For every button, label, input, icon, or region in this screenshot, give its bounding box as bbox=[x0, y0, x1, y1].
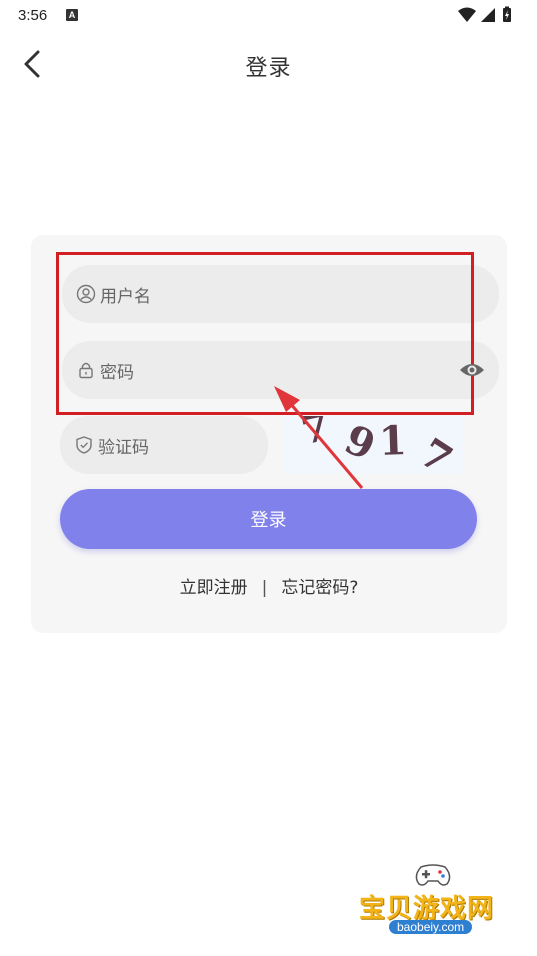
bottom-links: 立即注册 | 忘记密码? bbox=[31, 573, 507, 598]
link-separator: | bbox=[261, 578, 268, 598]
password-input[interactable] bbox=[62, 341, 499, 399]
status-bar: 3:56 A bbox=[0, 0, 537, 32]
captcha-field[interactable]: 验证码 bbox=[60, 416, 268, 474]
captcha-char: 7 bbox=[409, 426, 463, 474]
gamepad-icon bbox=[415, 864, 451, 886]
register-link[interactable]: 立即注册 bbox=[180, 573, 248, 598]
username-field[interactable]: 用户名 bbox=[62, 265, 499, 323]
forgot-password-link[interactable]: 忘记密码? bbox=[281, 573, 358, 598]
notification-a-icon: A bbox=[66, 9, 78, 21]
watermark-domain: baobeiy.com bbox=[389, 920, 473, 934]
captcha-input[interactable] bbox=[60, 416, 268, 474]
nav-bar: 登录 bbox=[0, 36, 537, 92]
status-icons bbox=[457, 6, 521, 24]
captcha-code-text: 7917 bbox=[288, 416, 463, 474]
eye-icon[interactable] bbox=[459, 358, 485, 382]
login-card: 用户名 密码 验证码 7917 登录 立即注册 | 忘记密码? bbox=[31, 235, 507, 633]
page-title: 登录 bbox=[245, 56, 292, 81]
wifi-icon bbox=[458, 7, 476, 22]
battery-icon bbox=[503, 6, 511, 22]
signal-icon bbox=[481, 8, 495, 22]
captcha-svg: 7917 bbox=[288, 416, 463, 474]
watermark: 宝贝游戏网 baobeiy.com bbox=[355, 860, 515, 950]
status-time: 3:56 bbox=[18, 7, 48, 24]
password-field[interactable]: 密码 bbox=[62, 341, 499, 399]
captcha-image[interactable]: 7917 bbox=[283, 416, 463, 474]
login-button[interactable]: 登录 bbox=[60, 489, 477, 549]
username-input[interactable] bbox=[62, 265, 499, 323]
